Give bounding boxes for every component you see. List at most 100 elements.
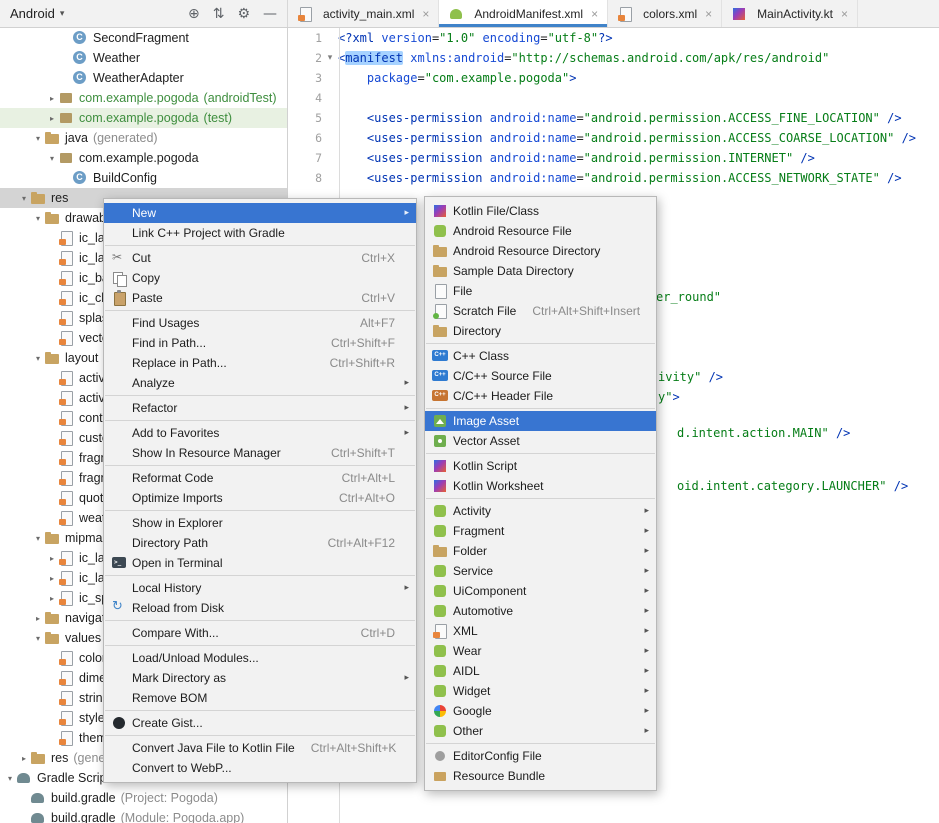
- menu-item-reformat-code[interactable]: Reformat CodeCtrl+Alt+L: [104, 468, 416, 488]
- menu-item-copy[interactable]: Copy: [104, 268, 416, 288]
- menu-item-other[interactable]: Other▸: [425, 721, 656, 741]
- menu-item-c-c-source-file[interactable]: C/C++ Source File: [425, 366, 656, 386]
- menu-item-widget[interactable]: Widget▸: [425, 681, 656, 701]
- tab-activity-main-xml[interactable]: activity_main.xml×: [288, 0, 439, 27]
- tree-item-label: com.example.pogoda: [79, 151, 199, 165]
- menu-item-uicomponent[interactable]: UiComponent▸: [425, 581, 656, 601]
- menu-item-c-c-header-file[interactable]: C/C++ Header File: [425, 386, 656, 406]
- tree-collapse-icon[interactable]: ▾: [32, 534, 44, 543]
- hide-panel-icon[interactable]: —: [263, 0, 277, 28]
- tree-expand-icon[interactable]: ▸: [46, 114, 58, 123]
- menu-item-android-resource-directory[interactable]: Android Resource Directory: [425, 241, 656, 261]
- code-segment: =: [576, 131, 583, 145]
- tab-androidmanifest-xml[interactable]: AndroidManifest.xml×: [439, 0, 608, 27]
- menu-item-add-to-favorites[interactable]: Add to Favorites▸: [104, 423, 416, 443]
- menu-item-refactor[interactable]: Refactor▸: [104, 398, 416, 418]
- tree-item-com-example-pogoda-test[interactable]: ▸com.example.pogoda(test): [0, 108, 287, 128]
- menu-item-vector-asset[interactable]: Vector Asset: [425, 431, 656, 451]
- tree-collapse-icon[interactable]: ▾: [32, 354, 44, 363]
- menu-item-show-in-resource-manager[interactable]: Show In Resource ManagerCtrl+Shift+T: [104, 443, 416, 463]
- menu-item-automotive[interactable]: Automotive▸: [425, 601, 656, 621]
- target-icon[interactable]: ⊕: [188, 0, 200, 28]
- menu-item-new[interactable]: New▸: [104, 203, 416, 223]
- menu-item-find-usages[interactable]: Find UsagesAlt+F7: [104, 313, 416, 333]
- android-icon: [432, 563, 448, 579]
- menu-item-create-gist[interactable]: Create Gist...: [104, 713, 416, 733]
- menu-item-convert-to-webp[interactable]: Convert to WebP...: [104, 758, 416, 778]
- menu-item-google[interactable]: Google▸: [425, 701, 656, 721]
- close-icon[interactable]: ×: [841, 7, 848, 21]
- close-icon[interactable]: ×: [705, 7, 712, 21]
- tree-item-weather[interactable]: Weather: [0, 48, 287, 68]
- menu-item-activity[interactable]: Activity▸: [425, 501, 656, 521]
- tree-expand-icon[interactable]: ▸: [46, 594, 58, 603]
- tree-item-label: com.example.pogoda: [79, 111, 199, 125]
- xml-icon: [432, 623, 448, 639]
- menu-item-cut[interactable]: CutCtrl+X: [104, 248, 416, 268]
- menu-item-folder[interactable]: Folder▸: [425, 541, 656, 561]
- menu-item-service[interactable]: Service▸: [425, 561, 656, 581]
- tab-colors-xml[interactable]: colors.xml×: [608, 0, 722, 27]
- menu-item-file[interactable]: File: [425, 281, 656, 301]
- close-icon[interactable]: ×: [591, 7, 598, 21]
- menu-item-sample-data-directory[interactable]: Sample Data Directory: [425, 261, 656, 281]
- menu-item-android-resource-file[interactable]: Android Resource File: [425, 221, 656, 241]
- menu-item-analyze[interactable]: Analyze▸: [104, 373, 416, 393]
- tree-expand-icon[interactable]: ▸: [32, 614, 44, 623]
- menu-item-replace-in-path[interactable]: Replace in Path...Ctrl+Shift+R: [104, 353, 416, 373]
- menu-item-link-c-project-with-gradle[interactable]: Link C++ Project with Gradle: [104, 223, 416, 243]
- menu-item-image-asset[interactable]: Image Asset: [425, 411, 656, 431]
- menu-item-compare-with[interactable]: Compare With...Ctrl+D: [104, 623, 416, 643]
- menu-item-directory[interactable]: Directory: [425, 321, 656, 341]
- menu-item-scratch-file[interactable]: Scratch FileCtrl+Alt+Shift+Insert: [425, 301, 656, 321]
- menu-item-convert-java-file-to-kotlin-file[interactable]: Convert Java File to Kotlin FileCtrl+Alt…: [104, 738, 416, 758]
- settings-gear-icon[interactable]: ⚙: [237, 0, 250, 28]
- tree-collapse-icon[interactable]: ▾: [46, 154, 58, 163]
- tree-item-com-example-pogoda[interactable]: ▾ com.example.pogoda: [0, 148, 287, 168]
- tab-mainactivity-kt[interactable]: MainActivity.kt×: [722, 0, 858, 27]
- menu-item-find-in-path[interactable]: Find in Path...Ctrl+Shift+F: [104, 333, 416, 353]
- tree-item-com-example-pogoda-androidtest[interactable]: ▸com.example.pogoda(androidTest): [0, 88, 287, 108]
- menu-item-aidl[interactable]: AIDL▸: [425, 661, 656, 681]
- menu-item-local-history[interactable]: Local History▸: [104, 578, 416, 598]
- menu-item-reload-from-disk[interactable]: Reload from Disk: [104, 598, 416, 618]
- menu-item-kotlin-file-class[interactable]: Kotlin File/Class: [425, 201, 656, 221]
- menu-item-optimize-imports[interactable]: Optimize ImportsCtrl+Alt+O: [104, 488, 416, 508]
- menu-item-wear[interactable]: Wear▸: [425, 641, 656, 661]
- tree-item-build-gradle-project-pogoda[interactable]: build.gradle(Project: Pogoda): [0, 788, 287, 808]
- tree-item-secondfragment[interactable]: SecondFragment: [0, 28, 287, 48]
- menu-item-resource-bundle[interactable]: Resource Bundle: [425, 766, 656, 786]
- menu-item-paste[interactable]: PasteCtrl+V: [104, 288, 416, 308]
- tree-expand-icon[interactable]: ▸: [46, 554, 58, 563]
- filter-icon[interactable]: ⇅: [213, 0, 225, 28]
- menu-item-directory-path[interactable]: Directory PathCtrl+Alt+F12: [104, 533, 416, 553]
- menu-item-kotlin-script[interactable]: Kotlin Script: [425, 456, 656, 476]
- tree-collapse-icon[interactable]: ▾: [4, 774, 16, 783]
- tree-item-buildconfig[interactable]: BuildConfig: [0, 168, 287, 188]
- project-view-selector[interactable]: Android ▾: [10, 6, 64, 21]
- menu-item-remove-bom[interactable]: Remove BOM: [104, 688, 416, 708]
- menu-item-xml[interactable]: XML▸: [425, 621, 656, 641]
- menu-item-editorconfig-file[interactable]: EditorConfig File: [425, 746, 656, 766]
- menu-item-fragment[interactable]: Fragment▸: [425, 521, 656, 541]
- tree-expand-icon[interactable]: ▸: [46, 574, 58, 583]
- menu-item-c-class[interactable]: C++ Class: [425, 346, 656, 366]
- close-icon[interactable]: ×: [422, 7, 429, 21]
- menu-item-load-unload-modules[interactable]: Load/Unload Modules...: [104, 648, 416, 668]
- menu-item-show-in-explorer[interactable]: Show in Explorer: [104, 513, 416, 533]
- tree-collapse-icon[interactable]: ▾: [32, 214, 44, 223]
- menu-item-label: Link C++ Project with Gradle: [132, 226, 285, 240]
- tree-collapse-icon[interactable]: ▾: [32, 634, 44, 643]
- tree-expand-icon[interactable]: ▸: [46, 94, 58, 103]
- menu-item-open-in-terminal[interactable]: Open in Terminal: [104, 553, 416, 573]
- tree-collapse-icon[interactable]: ▾: [18, 194, 30, 203]
- tree-expand-icon[interactable]: ▸: [18, 754, 30, 763]
- tree-item-weatheradapter[interactable]: WeatherAdapter: [0, 68, 287, 88]
- code-segment: android:name: [490, 151, 577, 165]
- fold-icon[interactable]: ▾: [322, 48, 338, 68]
- tree-item-java-generated[interactable]: ▾java(generated): [0, 128, 287, 148]
- menu-item-kotlin-worksheet[interactable]: Kotlin Worksheet: [425, 476, 656, 496]
- tree-item-build-gradle-module-pogoda-app[interactable]: build.gradle(Module: Pogoda.app): [0, 808, 287, 823]
- tree-collapse-icon[interactable]: ▾: [32, 134, 44, 143]
- menu-item-mark-directory-as[interactable]: Mark Directory as▸: [104, 668, 416, 688]
